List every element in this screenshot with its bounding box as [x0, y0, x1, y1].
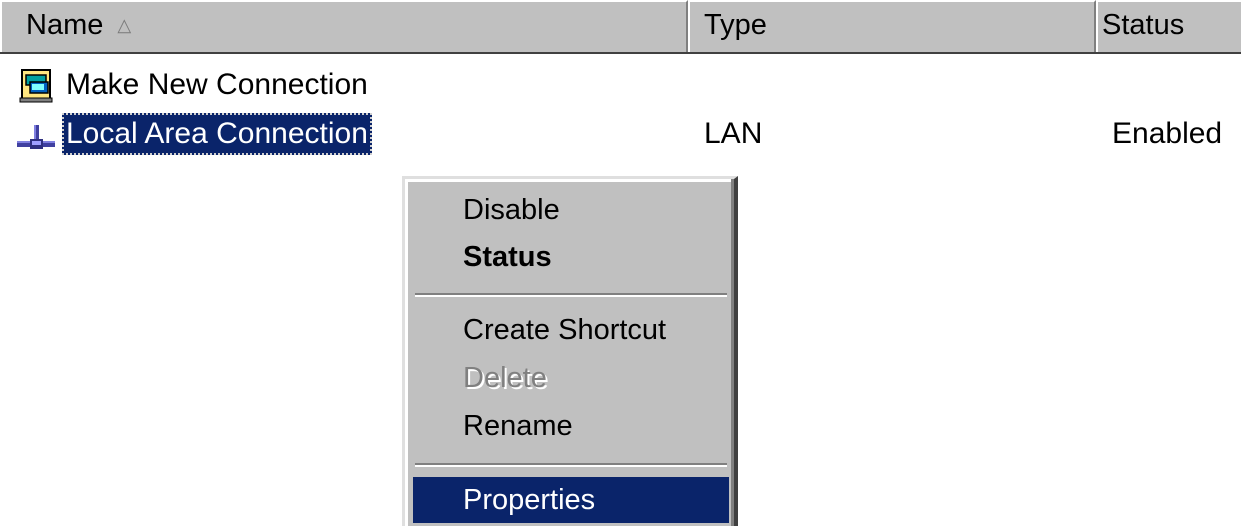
status-cell: Enabled [1112, 117, 1223, 150]
type-cell: LAN [704, 117, 763, 150]
menu-item-delete: Delete [463, 362, 547, 394]
context-menu: Disable Status Create Shortcut Delete Re… [402, 176, 738, 526]
column-name-label: Name [26, 9, 104, 41]
menu-item-properties[interactable]: Properties [413, 477, 729, 523]
menu-item-create-shortcut[interactable]: Create Shortcut [413, 307, 729, 353]
connection-name: Local Area Connection [62, 113, 372, 155]
column-status-label: Status [1102, 9, 1185, 41]
menu-separator [415, 463, 727, 467]
network-icon [17, 125, 55, 149]
connection-name: Make New Connection [66, 68, 368, 101]
menu-item-rename[interactable]: Rename [413, 403, 729, 449]
column-header-status[interactable]: Status [1096, 0, 1241, 52]
column-header: Name △ Type Status [0, 0, 1241, 54]
sort-ascending-icon: △ [117, 15, 132, 35]
column-header-name[interactable]: Name △ [0, 0, 688, 52]
column-type-label: Type [704, 9, 767, 41]
menu-item-status[interactable]: Status [413, 234, 729, 280]
menu-item-disable[interactable]: Disable [413, 187, 729, 233]
list-item[interactable]: Local Area Connection LAN Enabled [0, 111, 1241, 157]
wizard-icon [19, 69, 53, 103]
menu-separator [415, 293, 727, 297]
column-header-type[interactable]: Type [688, 0, 1096, 52]
list-item[interactable]: Make New Connection [0, 62, 1241, 108]
